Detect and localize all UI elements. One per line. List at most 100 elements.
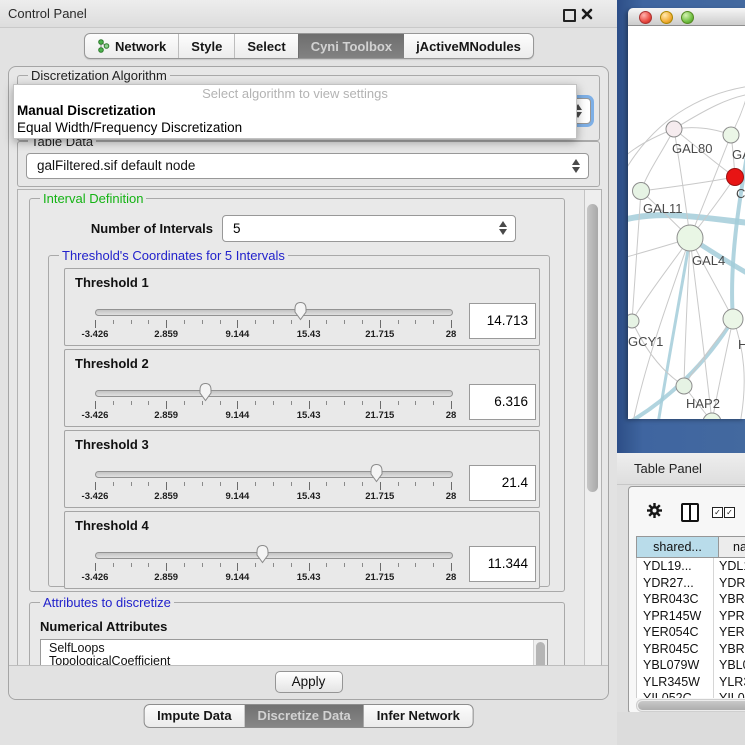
combobox-arrows-icon (572, 158, 581, 174)
tab-cyni-toolbox[interactable]: Cyni Toolbox (298, 34, 404, 58)
minimize-button[interactable] (660, 11, 673, 24)
network-node[interactable] (633, 183, 650, 200)
threshold-slider-track[interactable] (95, 552, 453, 559)
threshold-slider-track[interactable] (95, 309, 453, 316)
cell-shared-name[interactable]: YBR045C (637, 641, 713, 658)
checkbox-column-icon[interactable]: ✓ (712, 507, 723, 518)
table-row[interactable]: YBL079WYBL0 (637, 657, 745, 674)
cell-name[interactable]: YDL1 (713, 558, 745, 575)
tab-impute-data[interactable]: Impute Data (144, 705, 244, 727)
threshold-slider-thumb[interactable] (255, 544, 270, 564)
network-tab-icon (97, 39, 110, 53)
num-intervals-spinner[interactable]: 5 (222, 215, 516, 242)
table-row[interactable]: YLR345WYLR3 (637, 674, 745, 691)
float-window-icon[interactable] (563, 9, 576, 22)
tab-select[interactable]: Select (234, 34, 297, 58)
cell-name[interactable]: YIL0 (713, 690, 745, 698)
dropdown-option[interactable]: Equal Width/Frequency Discretization (14, 119, 576, 136)
tab-style[interactable]: Style (178, 34, 234, 58)
apply-button[interactable]: Apply (275, 671, 343, 693)
threshold-value-field[interactable]: 14.713 (469, 303, 536, 339)
spinner-arrows-icon[interactable] (499, 220, 508, 236)
network-node[interactable] (676, 378, 692, 394)
network-edge[interactable] (641, 177, 735, 191)
table-row[interactable]: YPR145WYPR1 (637, 608, 745, 625)
network-node[interactable] (666, 121, 682, 137)
threshold-value-field[interactable]: 6.316 (469, 384, 536, 420)
cell-shared-name[interactable]: YDL19... (637, 558, 713, 575)
threshold-value-field[interactable]: 11.344 (469, 546, 536, 582)
tab-infer-network[interactable]: Infer Network (364, 705, 473, 727)
list-scrollbar-thumb[interactable] (536, 642, 545, 667)
network-node[interactable] (727, 169, 744, 186)
threshold-label: Threshold 1 (75, 275, 149, 290)
cell-shared-name[interactable]: YBL079W (637, 657, 713, 674)
network-edge[interactable] (632, 191, 641, 321)
table-row[interactable]: YBR043CYBR0 (637, 591, 745, 608)
network-node[interactable] (677, 225, 703, 251)
slider-ticks (95, 482, 453, 491)
table-row[interactable]: YBR045CYBR0 (637, 641, 745, 658)
table-data-combobox[interactable]: galFiltered.sif default node (26, 153, 589, 179)
tab-label: Impute Data (157, 708, 231, 723)
table-row[interactable]: YIL052CYIL0 (637, 690, 745, 698)
network-canvas[interactable]: GAL80GACGAL11GAL4GCY1HHAP2 (628, 26, 745, 419)
settings-scrollbar[interactable] (584, 190, 601, 666)
cell-name[interactable]: YPR1 (713, 608, 745, 625)
table-row[interactable]: YDR27...YDR2 (637, 575, 745, 592)
threshold-slider-track[interactable] (95, 390, 453, 397)
table-horizontal-scrollbar-thumb[interactable] (638, 701, 745, 710)
network-edge[interactable] (674, 128, 731, 135)
threshold-value-field[interactable]: 21.4 (469, 465, 536, 501)
network-window-titlebar (628, 8, 745, 26)
dropdown-option[interactable]: Manual Discretization (14, 102, 576, 119)
cell-shared-name[interactable]: YDR27... (637, 575, 713, 592)
checkbox-column-icon[interactable]: ✓ (724, 507, 735, 518)
cell-name[interactable]: YBR0 (713, 591, 745, 608)
network-node-label: C (736, 186, 745, 201)
cell-shared-name[interactable]: YIL052C (637, 690, 713, 698)
network-edge[interactable] (641, 129, 674, 191)
list-scrollbar[interactable] (533, 640, 547, 667)
cell-name[interactable]: YBR0 (713, 641, 745, 658)
group-title: Attributes to discretize (40, 595, 174, 610)
column-layout-icon[interactable] (681, 503, 699, 522)
zoom-button[interactable] (681, 11, 694, 24)
column-header-shared-name[interactable]: shared... (636, 536, 719, 558)
tab-jactivemnodules[interactable]: jActiveMNodules (404, 34, 533, 58)
network-node[interactable] (723, 127, 739, 143)
network-node[interactable] (723, 309, 743, 329)
network-edge[interactable] (628, 215, 745, 224)
table-row[interactable]: YDL19...YDL1 (637, 558, 745, 575)
cell-name[interactable]: YER0 (713, 624, 745, 641)
close-icon[interactable] (581, 8, 593, 20)
threshold-slider-thumb[interactable] (293, 301, 308, 321)
table-horizontal-scrollbar[interactable] (636, 699, 745, 712)
threshold-slider-track[interactable] (95, 471, 453, 478)
cell-name[interactable]: YBL0 (713, 657, 745, 674)
tab-discretize-data[interactable]: Discretize Data (245, 705, 364, 727)
network-edge[interactable] (674, 94, 745, 129)
tab-network[interactable]: Network (85, 34, 178, 58)
gear-icon[interactable] (646, 502, 663, 519)
threshold-slider-thumb[interactable] (198, 382, 213, 402)
slider-tick-labels: -3.4262.8599.14415.4321.71528 (95, 572, 453, 583)
table-row[interactable]: YER054CYER0 (637, 624, 745, 641)
numerical-attributes-list[interactable]: SelfLoopsTopologicalCoefficientBetweenne… (40, 639, 548, 667)
settings-scrollbar-thumb[interactable] (587, 204, 598, 492)
cell-shared-name[interactable]: YPR145W (637, 608, 713, 625)
column-header-name[interactable]: na (719, 536, 745, 558)
threshold-box: Threshold 3-3.4262.8599.14415.4321.71528… (64, 430, 540, 508)
cell-shared-name[interactable]: YLR345W (637, 674, 713, 691)
network-node[interactable] (628, 314, 639, 328)
cell-shared-name[interactable]: YER054C (637, 624, 713, 641)
close-button[interactable] (639, 11, 652, 24)
cell-name[interactable]: YLR3 (713, 674, 745, 691)
network-edge[interactable] (632, 238, 690, 321)
tab-label: jActiveMNodules (416, 39, 521, 54)
network-edge[interactable] (733, 319, 744, 419)
threshold-slider-thumb[interactable] (369, 463, 384, 483)
cell-name[interactable]: YDR2 (713, 575, 745, 592)
cell-shared-name[interactable]: YBR043C (637, 591, 713, 608)
slider-ticks (95, 401, 453, 410)
